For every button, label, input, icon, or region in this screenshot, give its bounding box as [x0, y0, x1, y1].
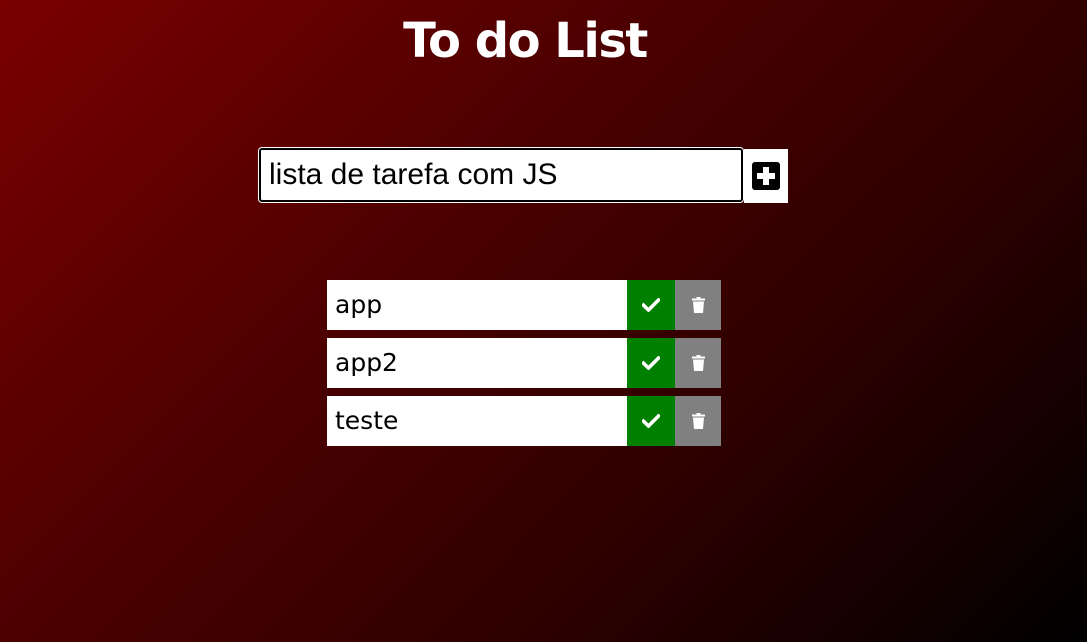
trash-icon	[691, 413, 705, 429]
add-task-button[interactable]	[744, 149, 788, 203]
list-item: teste	[327, 396, 721, 446]
todo-text: teste	[327, 396, 627, 446]
complete-button[interactable]	[627, 338, 675, 388]
todo-text: app	[327, 280, 627, 330]
plus-square-icon	[752, 162, 780, 190]
task-input[interactable]	[259, 148, 743, 202]
complete-button[interactable]	[627, 396, 675, 446]
page-title: To do List	[403, 13, 648, 69]
trash-icon	[691, 355, 705, 371]
todo-form	[258, 147, 788, 203]
delete-button[interactable]	[675, 338, 721, 388]
check-icon	[642, 414, 660, 428]
list-item: app	[327, 280, 721, 330]
check-icon	[642, 298, 660, 312]
complete-button[interactable]	[627, 280, 675, 330]
delete-button[interactable]	[675, 396, 721, 446]
todo-text: app2	[327, 338, 627, 388]
check-icon	[642, 356, 660, 370]
trash-icon	[691, 297, 705, 313]
list-item: app2	[327, 338, 721, 388]
todo-list: app app2 teste	[327, 280, 721, 454]
delete-button[interactable]	[675, 280, 721, 330]
